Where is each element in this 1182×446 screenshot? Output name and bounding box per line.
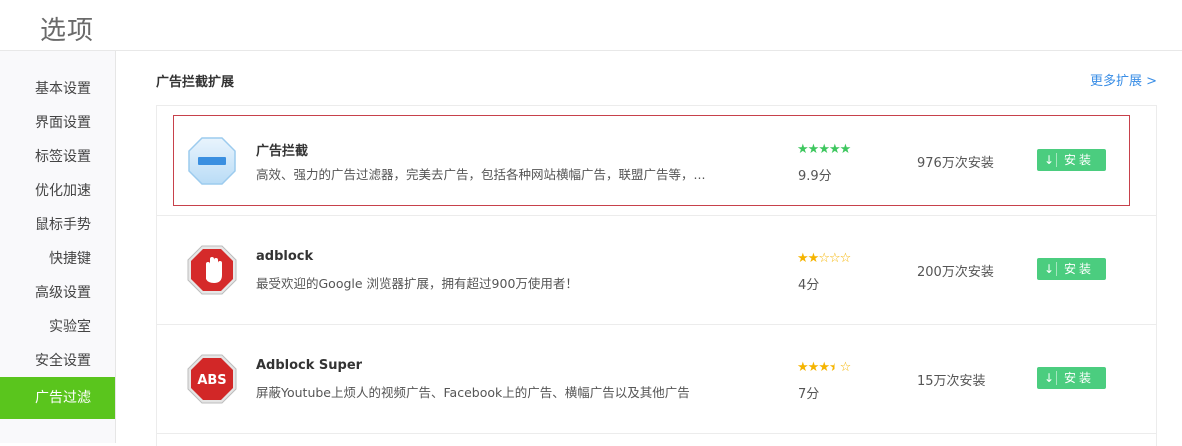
- abs-stop-sign-icon: ABS: [187, 354, 237, 404]
- header: 选项: [0, 0, 1182, 51]
- rating-score: 4分: [798, 278, 820, 293]
- sidebar-item-ad-filter[interactable]: 广告过滤: [0, 377, 115, 419]
- star-full-icon: ★: [807, 251, 820, 266]
- extension-description: 最受欢迎的Google 浏览器扩展，拥有超过900万使用者！: [256, 276, 578, 291]
- rating-score: 7分: [798, 387, 820, 402]
- star-full-icon: ★: [818, 360, 830, 375]
- star-empty-icon: ☆: [839, 360, 852, 375]
- extension-name: 广告拦截: [256, 144, 309, 159]
- extension-name: adblock: [256, 249, 314, 264]
- extension-description: 屏蔽Youtube上烦人的视频广告、Facebook上的广告、横幅广告以及其他广…: [256, 385, 690, 400]
- ad-blocker-octagon-icon: [188, 137, 236, 185]
- rating-stars: ★★☆☆☆: [797, 251, 852, 266]
- extension-list: 广告拦截 高效、强力的广告过滤器，完美去广告，包括各种网站横幅广告，联盟广告等，…: [156, 105, 1157, 446]
- svg-text:ABS: ABS: [197, 373, 226, 388]
- install-count: 200万次安装: [917, 265, 994, 280]
- star-full-icon: ★: [797, 360, 809, 375]
- download-arrow-icon: ↓: [1042, 153, 1057, 167]
- sidebar-item-shortcuts[interactable]: 快捷键: [0, 242, 91, 276]
- star-full-icon: ★: [807, 142, 820, 157]
- rating-stars: ★★★★★: [797, 142, 852, 157]
- rating-score: 9.9分: [798, 169, 832, 184]
- install-button-label: 安装: [1064, 153, 1095, 167]
- sidebar-item-lab[interactable]: 实验室: [0, 310, 91, 344]
- sidebar-item-advanced-settings[interactable]: 高级设置: [0, 276, 91, 310]
- extension-row: ABS Adblock Super 屏蔽Youtube上烦人的视频广告、Face…: [157, 324, 1156, 434]
- sidebar-item-mouse-gestures[interactable]: 鼠标手势: [0, 208, 91, 242]
- star-full-icon: ★: [839, 142, 852, 157]
- star-empty-icon: ☆: [828, 251, 841, 266]
- rating-stars: ★★★★☆: [797, 360, 852, 375]
- sidebar-item-optimize[interactable]: 优化加速: [0, 174, 91, 208]
- page-title: 选项: [40, 16, 95, 46]
- star-full-icon: ★: [807, 360, 820, 375]
- install-count: 15万次安装: [917, 374, 986, 389]
- extension-row: 广告拦截 高效、强力的广告过滤器，完美去广告，包括各种网站横幅广告，联盟广告等，…: [157, 106, 1156, 216]
- sidebar-item-security-settings[interactable]: 安全设置: [0, 344, 91, 378]
- star-full-icon: ★: [797, 142, 809, 157]
- star-full-icon: ★: [818, 142, 830, 157]
- star-empty-icon: ☆: [839, 251, 852, 266]
- star-full-icon: ★: [828, 142, 841, 157]
- extension-row: adblock 最受欢迎的Google 浏览器扩展，拥有超过900万使用者！ ★…: [157, 215, 1156, 325]
- sidebar: 基本设置 界面设置 标签设置 优化加速 鼠标手势 快捷键 高级设置 实验室 安全…: [0, 51, 116, 443]
- section-title: 广告拦截扩展: [156, 75, 235, 90]
- download-arrow-icon: ↓: [1042, 371, 1057, 385]
- install-button[interactable]: ↓ 安装: [1037, 149, 1106, 171]
- install-button[interactable]: ↓ 安装: [1037, 367, 1106, 389]
- install-button-label: 安装: [1064, 262, 1095, 276]
- sidebar-item-interface-settings[interactable]: 界面设置: [0, 106, 91, 140]
- download-arrow-icon: ↓: [1042, 262, 1057, 276]
- stop-hand-icon: [187, 245, 237, 295]
- sidebar-item-tab-settings[interactable]: 标签设置: [0, 140, 91, 174]
- extension-description: 高效、强力的广告过滤器，完美去广告，包括各种网站横幅广告，联盟广告等，...: [256, 167, 706, 182]
- star-full-icon: ★: [797, 251, 809, 266]
- star-half-icon: ★: [828, 360, 841, 375]
- install-button-label: 安装: [1064, 371, 1095, 385]
- main-content: 广告拦截扩展 更多扩展 > 广告拦截 高效、强力的广告过滤器，完美去广告，包括各…: [116, 51, 1182, 446]
- sidebar-item-basic-settings[interactable]: 基本设置: [0, 72, 91, 106]
- more-extensions-link[interactable]: 更多扩展 >: [1090, 70, 1157, 89]
- install-button[interactable]: ↓ 安装: [1037, 258, 1106, 280]
- star-empty-icon: ☆: [818, 251, 830, 266]
- extension-name: Adblock Super: [256, 358, 363, 373]
- install-count: 976万次安装: [917, 156, 994, 171]
